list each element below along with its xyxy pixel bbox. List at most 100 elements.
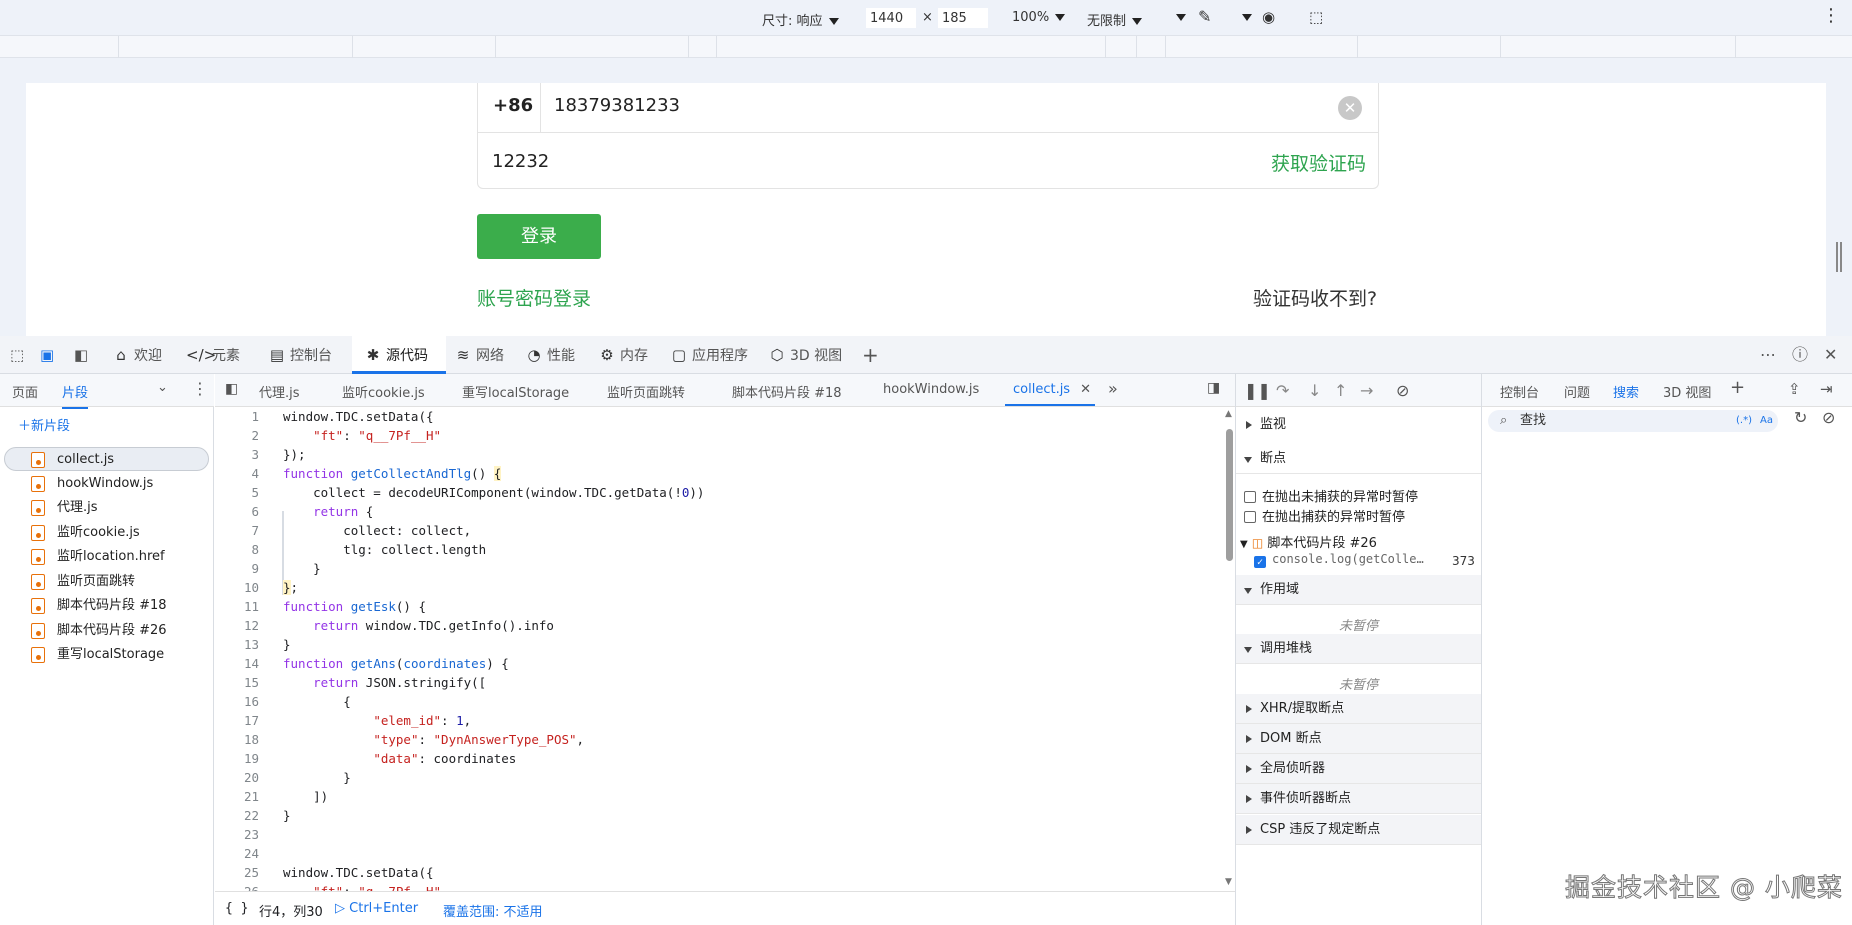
eye-icon[interactable]: ◉ xyxy=(1262,8,1275,26)
country-code[interactable]: +86 xyxy=(493,95,533,116)
scroll-up-icon[interactable]: ▲ xyxy=(1225,409,1232,419)
section-scope[interactable]: 作用域 xyxy=(1236,575,1481,605)
line-number[interactable]: 3 xyxy=(215,445,259,464)
section-dom-breakpoints[interactable]: DOM 断点 xyxy=(1236,724,1481,754)
section-call-stack[interactable]: 调用堆栈 xyxy=(1236,634,1481,664)
get-code-link[interactable]: 获取验证码 xyxy=(1271,149,1366,176)
no-code-link[interactable]: 验证码收不到? xyxy=(1253,284,1377,311)
line-number[interactable]: 4 xyxy=(215,464,259,483)
new-snippet-button[interactable]: ＋新片段 xyxy=(18,415,70,434)
file-item[interactable]: 监听location.href xyxy=(0,545,212,569)
line-number[interactable]: 26 xyxy=(215,882,259,891)
line-number[interactable]: 24 xyxy=(215,844,259,863)
step-out-icon[interactable]: ↑ xyxy=(1334,381,1347,400)
line-number[interactable]: 23 xyxy=(215,825,259,844)
section-breakpoints[interactable]: 断点 xyxy=(1236,444,1481,474)
search-input[interactable]: ⌕ 查找 (.*) Aa xyxy=(1488,410,1778,432)
file-item[interactable]: 重写localStorage xyxy=(0,643,212,667)
file-item[interactable]: collect.js xyxy=(4,447,209,471)
pause-icon[interactable]: ❚❚ xyxy=(1244,381,1271,400)
tab-application[interactable]: ▢ 应用程序 xyxy=(670,336,748,374)
line-number[interactable]: 21 xyxy=(215,787,259,806)
step-icon[interactable]: → xyxy=(1360,381,1373,400)
more-options-icon[interactable]: ⋮ xyxy=(1822,5,1840,26)
more-dropdown[interactable] xyxy=(1170,10,1186,25)
tab-elements[interactable]: </>元素 xyxy=(186,336,240,374)
eyedropper-icon[interactable]: ✎ xyxy=(1198,7,1211,26)
line-number[interactable]: 14 xyxy=(215,654,259,673)
match-case-toggle[interactable]: Aa xyxy=(1760,410,1773,432)
more-icon[interactable]: ⋯ xyxy=(1760,336,1776,374)
line-number[interactable]: 1 xyxy=(215,407,259,426)
tab-page[interactable]: 页面 xyxy=(12,382,38,401)
editor-tab[interactable]: 监听页面跳转 xyxy=(607,382,685,401)
toggle-debugger-icon[interactable]: ◨ xyxy=(1207,380,1220,396)
line-number[interactable]: 12 xyxy=(215,616,259,635)
throttle-dropdown[interactable]: 无限制 xyxy=(1087,10,1143,29)
file-item[interactable]: 监听页面跳转 xyxy=(0,570,212,594)
clear-icon[interactable]: ⊘ xyxy=(1822,408,1835,427)
scroll-down-icon[interactable]: ▼ xyxy=(1225,877,1232,887)
tab-3d-view[interactable]: 3D 视图 xyxy=(1663,382,1711,401)
line-number[interactable]: 16 xyxy=(215,692,259,711)
tab-performance[interactable]: ◔ 性能 xyxy=(525,336,575,374)
clear-icon[interactable]: ✕ xyxy=(1338,96,1362,120)
tab-network[interactable]: ≋ 网络 xyxy=(454,336,504,374)
device-toggle-icon[interactable]: ▣ xyxy=(40,336,54,374)
help-icon[interactable]: ⓘ xyxy=(1792,336,1808,374)
dock-icon[interactable]: ◧ xyxy=(74,336,88,374)
tab-console[interactable]: ▤ 控制台 xyxy=(268,336,332,374)
tab-3d-view[interactable]: ⬡ 3D 视图 xyxy=(768,336,842,374)
step-into-icon[interactable]: ↓ xyxy=(1308,381,1321,400)
line-number[interactable]: 11 xyxy=(215,597,259,616)
close-icon[interactable]: ✕ xyxy=(1080,382,1091,397)
checkbox[interactable] xyxy=(1244,511,1256,523)
run-snippet-button[interactable]: ▷ Ctrl+Enter xyxy=(335,901,418,916)
pause-uncaught-checkbox[interactable]: 在抛出未捕获的异常时暂停 xyxy=(1244,486,1418,505)
line-number[interactable]: 13 xyxy=(215,635,259,654)
rotate-icon[interactable]: ⬚ xyxy=(1309,8,1323,26)
more-options-icon[interactable]: ⋮ xyxy=(192,379,208,398)
line-number[interactable]: 6 xyxy=(215,502,259,521)
breakpoint-file-group[interactable]: ▼ ◫ 脚本代码片段 #26 xyxy=(1240,532,1377,551)
pause-caught-checkbox[interactable]: 在抛出捕获的异常时暂停 xyxy=(1244,506,1405,525)
editor-scrollbar[interactable]: ▲ ▼ xyxy=(1223,407,1235,891)
checkbox[interactable] xyxy=(1244,491,1256,503)
editor-tab-active[interactable]: collect.js ✕ xyxy=(1005,382,1095,406)
checkbox-checked[interactable]: ✓ xyxy=(1254,556,1266,568)
section-event-listener-breakpoints[interactable]: 事件侦听器断点 xyxy=(1236,784,1481,814)
code-area[interactable]: 1 2 3 4 5 6 7 8 9 10 11 12 13 14 15 16 17 18 19 20 21 22 23 24 2… xyxy=(215,407,1221,891)
inspect-icon[interactable]: ⬚ xyxy=(10,336,24,374)
dimensions-dropdown[interactable]: 尺寸: 响应 xyxy=(762,10,839,29)
editor-tab[interactable]: 监听cookie.js xyxy=(342,382,425,401)
tab-snippets[interactable]: 片段 xyxy=(62,382,89,409)
editor-tab[interactable]: 脚本代码片段 #18 xyxy=(732,382,842,401)
line-number[interactable]: 2 xyxy=(215,426,259,445)
regex-toggle[interactable]: (.*) xyxy=(1736,410,1752,432)
line-number[interactable]: 15 xyxy=(215,673,259,692)
section-xhr-breakpoints[interactable]: XHR/提取断点 xyxy=(1236,694,1481,724)
section-global-listeners[interactable]: 全局侦听器 xyxy=(1236,754,1481,784)
line-number[interactable]: 9 xyxy=(215,559,259,578)
close-icon[interactable]: ✕ xyxy=(1824,336,1837,374)
line-number[interactable]: 18 xyxy=(215,730,259,749)
file-item[interactable]: 代理.js xyxy=(0,496,212,520)
height-input[interactable] xyxy=(938,8,988,28)
line-number[interactable]: 7 xyxy=(215,521,259,540)
vision-dropdown[interactable] xyxy=(1236,10,1252,25)
pretty-print-button[interactable]: { } xyxy=(225,901,248,916)
line-number[interactable]: 5 xyxy=(215,483,259,502)
line-number[interactable]: 20 xyxy=(215,768,259,787)
verification-code-input[interactable]: 12232 xyxy=(492,151,549,172)
file-item[interactable]: 监听cookie.js xyxy=(0,521,212,545)
section-csp-breakpoints[interactable]: CSP 违反了规定断点 xyxy=(1236,815,1481,845)
line-number[interactable]: 19 xyxy=(215,749,259,768)
dock-icon[interactable]: ⇪ xyxy=(1788,380,1801,398)
tab-issues[interactable]: 问题 xyxy=(1564,382,1590,401)
section-watch[interactable]: 监视 xyxy=(1236,410,1481,440)
password-login-link[interactable]: 账号密码登录 xyxy=(477,284,591,311)
zoom-dropdown[interactable]: 100% xyxy=(1012,10,1066,25)
breakpoint-entry[interactable]: ✓ console.log(getColle… xyxy=(1254,552,1424,568)
editor-tab[interactable]: 代理.js xyxy=(259,382,300,401)
step-over-icon[interactable]: ↷ xyxy=(1276,381,1289,400)
